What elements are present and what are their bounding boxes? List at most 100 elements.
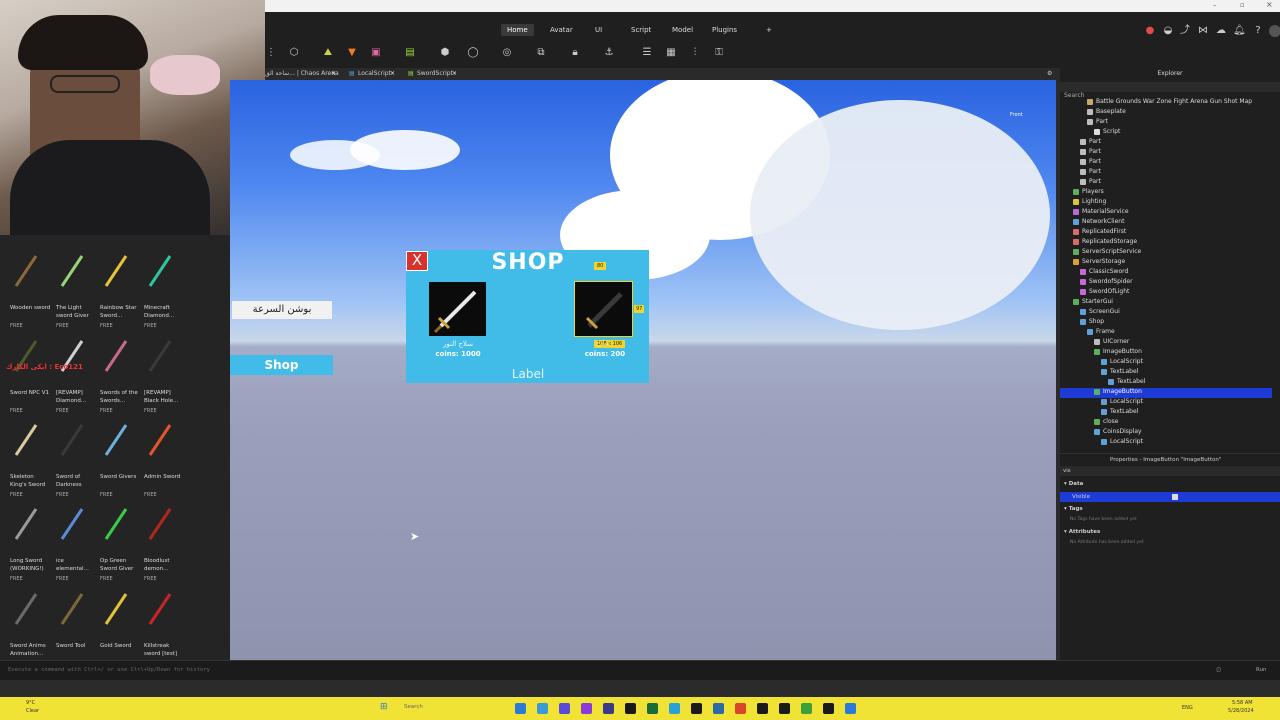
clock-time[interactable]: 5:58 AM <box>1232 700 1253 706</box>
toolbox-item[interactable]: Sword ToolFREE <box>50 588 96 668</box>
taskbar-app-icon[interactable] <box>515 703 526 714</box>
taskbar-app-icon[interactable] <box>647 703 658 714</box>
explorer-row[interactable]: ServerScriptService <box>1073 247 1141 257</box>
add-tab-button[interactable]: + <box>760 24 778 36</box>
taskbar-app-icon[interactable] <box>559 703 570 714</box>
shop-open-button[interactable]: Shop <box>230 355 333 375</box>
taskbar-app-icon[interactable] <box>537 703 548 714</box>
shop-close-button[interactable]: X <box>406 251 428 271</box>
share-icon[interactable]: ⤴ <box>1179 25 1191 37</box>
avatar[interactable] <box>1269 25 1280 37</box>
close-tab-icon[interactable]: × <box>331 68 336 80</box>
tab-chaos-arena[interactable]: ساحة الق... | Chaos Arena <box>265 68 339 80</box>
tab-swordscript[interactable]: SwordScript <box>417 68 453 80</box>
tab-avatar[interactable]: Avatar <box>544 24 579 36</box>
explorer-row[interactable]: ReplicatedFirst <box>1073 227 1126 237</box>
tab-localscript[interactable]: LocalScript <box>358 68 391 80</box>
tab-model[interactable]: Model <box>666 24 699 36</box>
toolbox-item[interactable]: Op Green Sword Giver FREE <box>94 503 140 583</box>
toolbox-item[interactable]: Wooden sword FREE <box>4 250 50 330</box>
data-section-header[interactable]: ▾ Data <box>1064 481 1083 487</box>
explorer-row[interactable]: Shop <box>1080 317 1104 327</box>
toolbox-item[interactable]: Long Sword (WORKING!) FREE <box>4 503 50 583</box>
explorer-row[interactable]: CoinsDisplay <box>1094 427 1142 437</box>
attributes-section-header[interactable]: ▾ Attributes <box>1064 529 1100 535</box>
explorer-row[interactable]: StarterGui <box>1073 297 1113 307</box>
explorer-row[interactable]: ReplicatedStorage <box>1073 237 1137 247</box>
taskbar-app-icon[interactable] <box>801 703 812 714</box>
minimize-icon[interactable]: – <box>1213 1 1217 9</box>
settings-sliders-icon[interactable]: ⫶ <box>689 47 701 59</box>
taskbar-app-icon[interactable] <box>779 703 790 714</box>
explorer-row[interactable]: Script <box>1094 127 1120 137</box>
taskbar-app-icon[interactable] <box>669 703 680 714</box>
explorer-row[interactable]: TextLabel <box>1101 407 1138 417</box>
explorer-row[interactable]: NetworkClient <box>1073 217 1124 227</box>
explorer-search-field[interactable]: Search <box>1060 82 1280 99</box>
explorer-row[interactable]: ImageButton <box>1094 387 1142 397</box>
toolbox-item[interactable]: The Light sword Giver FREE <box>50 250 96 330</box>
shop-item-dark-sword-button[interactable] <box>574 281 633 337</box>
explorer-row[interactable]: LocalScript <box>1101 357 1143 367</box>
explorer-row[interactable]: UICorner <box>1094 337 1129 347</box>
toolbox-item[interactable]: Admin Sword FREE <box>138 419 184 499</box>
record-icon[interactable]: ● <box>1144 25 1156 37</box>
clock-date[interactable]: 5/28/2024 <box>1228 708 1254 714</box>
toolbox-item[interactable]: Sword Anims Animation...FREE <box>4 588 50 668</box>
explorer-row[interactable]: MaterialService <box>1073 207 1129 217</box>
explorer-row[interactable]: LocalScript <box>1101 437 1143 447</box>
explorer-row[interactable]: Baseplate <box>1087 107 1126 117</box>
toolbox-item[interactable]: Gold SwordFREE <box>94 588 140 668</box>
language-indicator[interactable]: ENG <box>1182 705 1193 711</box>
taskbar-app-icon[interactable] <box>845 703 856 714</box>
material-icon[interactable]: ◯ <box>467 47 479 59</box>
close-tab-icon[interactable]: × <box>390 68 395 80</box>
run-button[interactable]: Run <box>1256 667 1267 673</box>
speed-potion-box[interactable]: بوشن السرعة <box>232 301 332 319</box>
image-icon[interactable]: ▣ <box>370 47 382 59</box>
color-icon[interactable]: ◎ <box>501 47 513 59</box>
explorer-row[interactable]: Part <box>1080 157 1101 167</box>
part-cube-icon[interactable]: ⬡ <box>288 47 300 59</box>
toolbox-item[interactable]: Killstreak sword [test]FREE <box>138 588 184 668</box>
script-icon[interactable]: ▤ <box>404 47 416 59</box>
explorer-row[interactable]: Part <box>1080 137 1101 147</box>
tab-script[interactable]: Script <box>625 24 657 36</box>
tags-section-header[interactable]: ▾ Tags <box>1064 506 1083 512</box>
package-icon[interactable]: ⬢ <box>439 47 451 59</box>
explorer-row[interactable]: Players <box>1073 187 1104 197</box>
explorer-row[interactable]: Frame <box>1087 327 1115 337</box>
model-icon[interactable]: ▼ <box>346 47 358 59</box>
explorer-row[interactable]: LocalScript <box>1101 397 1143 407</box>
explorer-row[interactable]: Part <box>1080 167 1101 177</box>
taskbar-app-icon[interactable] <box>625 703 636 714</box>
toolbox-item[interactable]: Swords of the Swords... FREE <box>94 335 140 415</box>
collapse-icon[interactable]: ▦ <box>665 47 677 59</box>
history-icon[interactable]: ⏲ <box>1216 666 1221 675</box>
toolbox-item[interactable]: Minecraft Diamond... FREE <box>138 250 184 330</box>
explorer-row[interactable]: Battle Grounds War Zone Fight Arena Gun … <box>1087 97 1252 107</box>
toolbox-item[interactable]: [REVAMP] Black Hole... FREE <box>138 335 184 415</box>
explorer-row[interactable]: TextLabel <box>1101 367 1138 377</box>
explorer-row[interactable]: ClassicSword <box>1080 267 1128 277</box>
notification-icon[interactable]: 🔔︎ <box>1233 25 1246 37</box>
taskbar-search[interactable]: Search <box>404 704 423 710</box>
explorer-row[interactable]: SwordOfLight <box>1080 287 1129 297</box>
explorer-row[interactable]: Part <box>1080 147 1101 157</box>
explorer-row[interactable]: Part <box>1087 117 1108 127</box>
cloud-icon[interactable]: ☁ <box>1215 25 1227 37</box>
explorer-row[interactable]: ScreenGui <box>1080 307 1120 317</box>
tab-plugins[interactable]: Plugins <box>706 24 743 36</box>
close-tab-icon[interactable]: × <box>452 68 457 80</box>
explorer-row[interactable]: ImageButton <box>1094 347 1142 357</box>
toolbox-item[interactable]: Bloodlust demon... FREE <box>138 503 184 583</box>
tab-home[interactable]: Home <box>501 24 534 36</box>
explorer-row[interactable]: close <box>1094 417 1118 427</box>
toolbox-item[interactable]: Sword Givers FREE <box>94 419 140 499</box>
taskbar-app-icon[interactable] <box>581 703 592 714</box>
close-window-icon[interactable]: × <box>1266 0 1273 9</box>
maximize-icon[interactable]: ▫ <box>1240 1 1245 9</box>
windows-start-icon[interactable]: ⊞ <box>380 702 388 712</box>
properties-filter-field[interactable]: vis <box>1060 466 1280 476</box>
toolbox-item[interactable]: Skeleton King's Sword FREE <box>4 419 50 499</box>
